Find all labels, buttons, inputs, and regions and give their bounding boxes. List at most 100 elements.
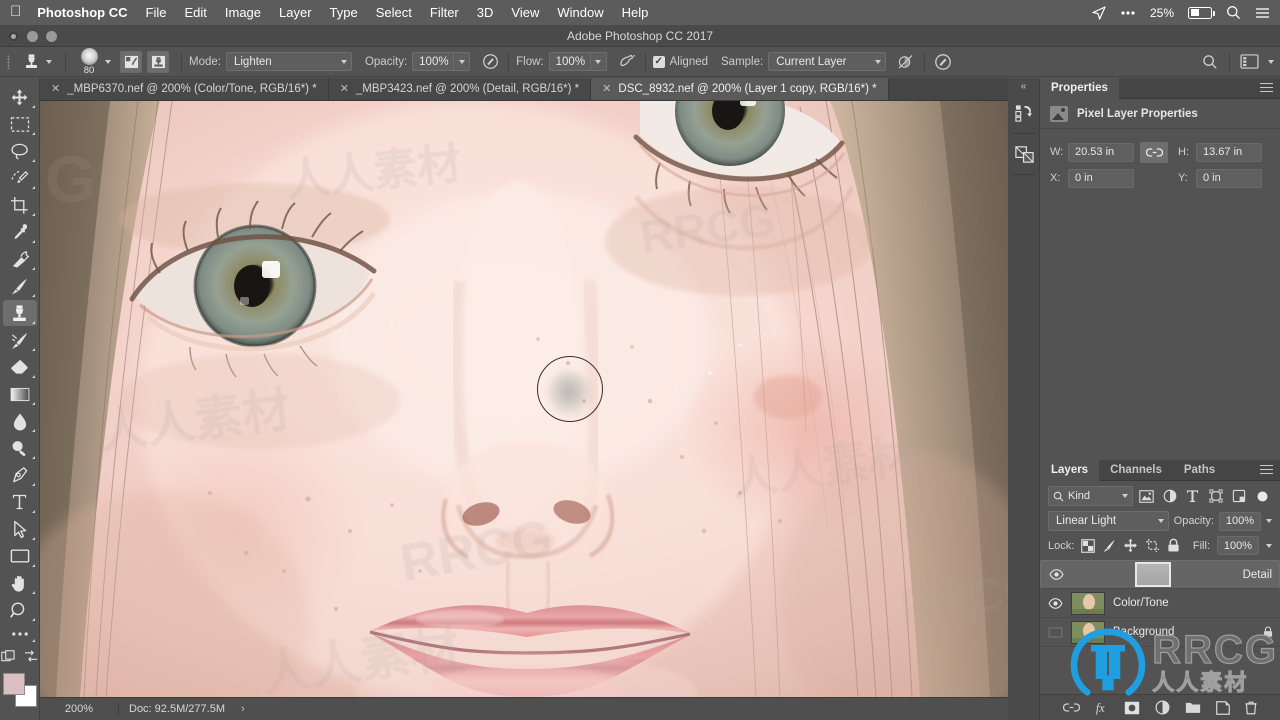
search-icon[interactable] <box>1226 5 1241 20</box>
blend-mode-select[interactable]: Lighten <box>226 52 352 71</box>
hand-tool[interactable] <box>3 570 37 596</box>
lasso-tool[interactable] <box>3 138 37 164</box>
fill-chevron-down-icon[interactable] <box>1266 544 1272 548</box>
brush-chevron-down-icon[interactable] <box>105 60 111 64</box>
history-icon[interactable] <box>1008 95 1040 131</box>
pressure-opacity-icon[interactable] <box>479 51 501 73</box>
airbrush-icon[interactable] <box>616 51 638 73</box>
battery-icon[interactable] <box>1188 7 1212 19</box>
tool-preset-chevron-down-icon[interactable] <box>46 60 52 64</box>
width-input[interactable]: 20.53 in <box>1068 143 1134 162</box>
menu-app-name[interactable]: Photoshop CC <box>37 5 127 20</box>
opacity-input[interactable]: 100% <box>412 52 454 71</box>
screen-mode-icon[interactable] <box>24 650 38 663</box>
canvas-area[interactable]: G 人人素材 人人素材 RRCG RRCG 人人素材 人人素材 RRCG <box>40 101 1008 697</box>
pressure-size-icon[interactable] <box>932 51 954 73</box>
clone-source-icon[interactable] <box>147 51 169 73</box>
lock-image-pixels-icon[interactable] <box>1102 539 1116 553</box>
horizontal-type-tool[interactable] <box>3 489 37 515</box>
eye-icon[interactable] <box>1048 569 1064 580</box>
path-selection-tool[interactable] <box>3 516 37 542</box>
close-icon[interactable]: ✕ <box>51 84 60 95</box>
layer-blend-mode-select[interactable]: Linear Light <box>1048 511 1169 531</box>
layer-thumbnail[interactable] <box>1071 592 1105 615</box>
flow-stepper[interactable] <box>591 52 607 71</box>
adjustment-layer-icon[interactable] <box>1155 700 1170 715</box>
ignore-adjustment-layers-icon[interactable] <box>895 51 917 73</box>
crop-tool[interactable] <box>3 192 37 218</box>
brush-panel-icon[interactable] <box>120 51 142 73</box>
document-tab-1[interactable]: ✕ _MBP6370.nef @ 200% (Color/Tone, RGB/1… <box>40 78 329 100</box>
y-input[interactable]: 0 in <box>1196 169 1262 188</box>
brush-tool[interactable] <box>3 273 37 299</box>
height-input[interactable]: 13.67 in <box>1196 143 1262 162</box>
double-chevron-left-icon[interactable]: « <box>1008 78 1039 95</box>
search-icon[interactable] <box>1199 51 1221 73</box>
gradient-tool[interactable] <box>3 381 37 407</box>
menu-file[interactable]: File <box>146 5 167 20</box>
document-tab-2[interactable]: ✕ _MBP3423.nef @ 200% (Detail, RGB/16*) … <box>329 78 591 100</box>
location-arrow-icon[interactable] <box>1092 6 1106 20</box>
zoom-tool[interactable] <box>3 597 37 623</box>
pixel-filter-icon[interactable] <box>1137 486 1156 506</box>
type-filter-icon[interactable] <box>1183 486 1202 506</box>
eye-icon-hidden[interactable] <box>1047 627 1063 638</box>
opacity-chevron-down-icon[interactable] <box>1266 519 1272 523</box>
menu-window[interactable]: Window <box>557 5 603 20</box>
spot-healing-brush-tool[interactable] <box>3 246 37 272</box>
menu-help[interactable]: Help <box>622 5 649 20</box>
brush-preset-picker[interactable]: 80 <box>73 48 105 75</box>
history-brush-tool[interactable] <box>3 327 37 353</box>
close-icon[interactable]: ✕ <box>340 84 349 95</box>
menu-layer[interactable]: Layer <box>279 5 312 20</box>
menu-select[interactable]: Select <box>376 5 412 20</box>
minimize-button[interactable] <box>27 31 38 42</box>
close-button[interactable] <box>8 31 19 42</box>
menu-filter[interactable]: Filter <box>430 5 459 20</box>
opacity-stepper[interactable] <box>454 52 470 71</box>
dodge-tool[interactable] <box>3 435 37 461</box>
clone-stamp-tool[interactable] <box>3 300 37 326</box>
lock-all-icon[interactable] <box>1167 538 1180 553</box>
close-icon[interactable]: ✕ <box>602 84 611 95</box>
fill-input[interactable]: 100% <box>1217 536 1259 555</box>
pen-tool[interactable] <box>3 462 37 488</box>
tab-layers[interactable]: Layers <box>1040 460 1099 481</box>
eye-icon[interactable] <box>1047 598 1063 609</box>
sample-select[interactable]: Current Layer <box>768 52 886 71</box>
tab-channels[interactable]: Channels <box>1099 460 1173 481</box>
more-tools-icon[interactable] <box>3 624 37 644</box>
panel-menu-icon[interactable] <box>1260 465 1273 477</box>
zoom-button[interactable] <box>46 31 57 42</box>
menu-type[interactable]: Type <box>330 5 358 20</box>
move-tool[interactable] <box>3 84 37 110</box>
rectangular-marquee-tool[interactable] <box>3 111 37 137</box>
layer-comps-icon[interactable] <box>1008 136 1040 172</box>
workspace-chevron-down-icon[interactable] <box>1268 60 1274 64</box>
tab-properties[interactable]: Properties <box>1040 78 1119 99</box>
lock-position-icon[interactable] <box>1123 538 1138 553</box>
link-layers-icon[interactable] <box>1063 702 1080 713</box>
zoom-level-field[interactable]: 200% <box>40 703 118 715</box>
apple-icon[interactable]:  <box>10 4 21 19</box>
options-bar-grip[interactable] <box>0 47 18 77</box>
filter-kind-select[interactable]: Kind <box>1048 486 1133 506</box>
menu-view[interactable]: View <box>511 5 539 20</box>
layer-mask-icon[interactable] <box>1124 701 1140 715</box>
flow-input[interactable]: 100% <box>549 52 591 71</box>
filter-toggle-icon[interactable] <box>1253 486 1272 506</box>
menu-edit[interactable]: Edit <box>184 5 206 20</box>
menu-image[interactable]: Image <box>225 5 261 20</box>
shape-filter-icon[interactable] <box>1206 486 1225 506</box>
layer-thumbnail[interactable] <box>1136 563 1170 586</box>
workspace-switcher-icon[interactable] <box>1238 51 1260 73</box>
list-icon[interactable] <box>1255 7 1270 19</box>
blur-tool[interactable] <box>3 408 37 434</box>
layer-row-detail[interactable]: Detail <box>1040 560 1280 589</box>
foreground-color-swatch[interactable] <box>3 673 25 695</box>
tab-paths[interactable]: Paths <box>1173 460 1226 481</box>
eyedropper-tool[interactable] <box>3 219 37 245</box>
link-icon[interactable] <box>1140 142 1168 163</box>
chevron-right-icon[interactable]: › <box>241 703 245 715</box>
layer-style-icon[interactable]: fx <box>1095 701 1109 715</box>
